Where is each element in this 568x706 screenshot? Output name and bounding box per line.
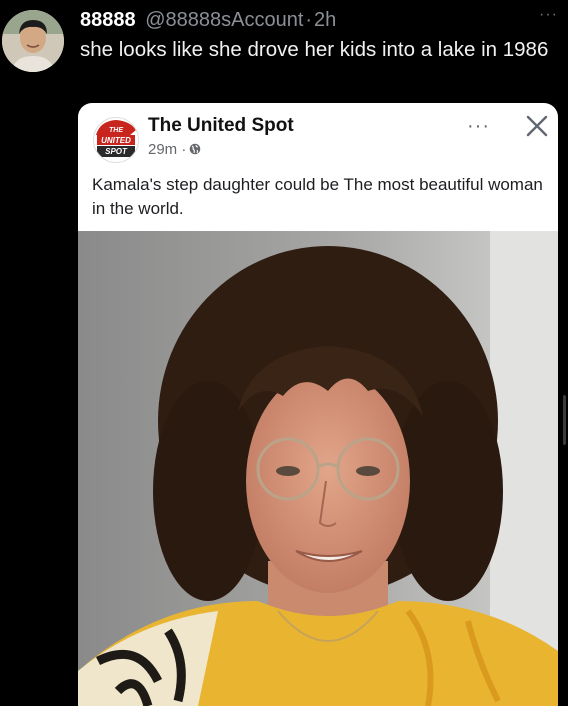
globe-icon bbox=[190, 143, 201, 155]
post-more-dots-icon[interactable]: ··· bbox=[467, 115, 490, 138]
tweet: 88888 @88888sAccount · 2h ··· she looks li… bbox=[0, 0, 568, 706]
handle[interactable]: @88888sAccount bbox=[145, 9, 303, 31]
separator: · bbox=[305, 9, 313, 31]
page-logo[interactable]: THE UNITED SPOT bbox=[93, 117, 139, 163]
display-name[interactable]: 88888 bbox=[80, 9, 136, 31]
page-name[interactable]: The United Spot bbox=[148, 115, 294, 137]
post-text: Kamala's step daughter could be The most… bbox=[92, 175, 543, 218]
close-icon[interactable] bbox=[524, 113, 550, 139]
post-time-row: 29m · bbox=[148, 141, 201, 158]
logo-line-1: THE bbox=[109, 127, 123, 134]
tweet-time[interactable]: 2h bbox=[314, 9, 336, 31]
more-dots-icon[interactable]: ··· bbox=[539, 6, 558, 24]
logo-line-2: UNITED bbox=[101, 136, 131, 145]
avatar[interactable] bbox=[2, 10, 64, 72]
tweet-text: she looks like she drove her kids into a… bbox=[80, 38, 549, 61]
post-time[interactable]: 29m · bbox=[148, 141, 186, 158]
tweet-header: 88888 @88888sAccount · 2h bbox=[80, 8, 336, 32]
scrollbar[interactable] bbox=[563, 395, 566, 445]
logo-line-3: SPOT bbox=[105, 147, 128, 156]
quoted-post[interactable]: THE UNITED SPOT The United Spot 29m · ··… bbox=[78, 103, 558, 706]
post-photo[interactable] bbox=[78, 231, 558, 706]
